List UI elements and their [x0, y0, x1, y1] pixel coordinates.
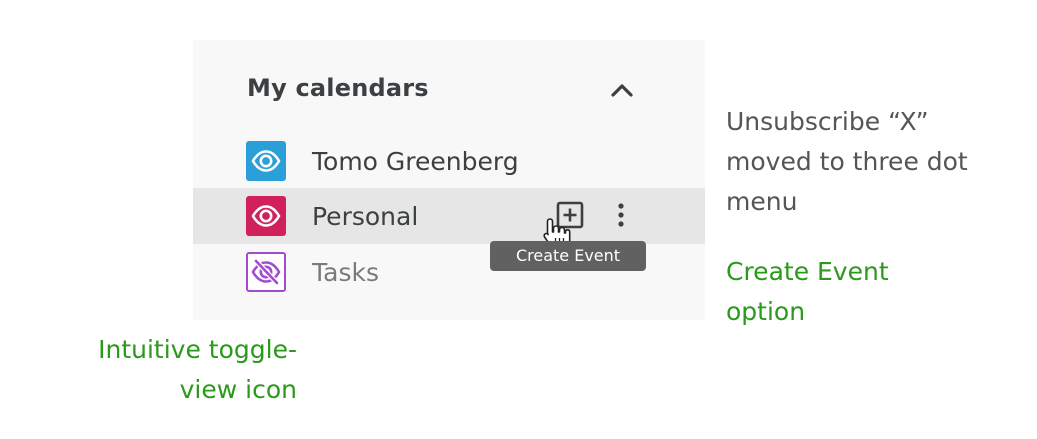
annotation-line: Intuitive toggle- — [98, 335, 297, 364]
chevron-up-icon — [611, 84, 633, 97]
calendar-label: Personal — [312, 202, 419, 231]
more-options-button[interactable] — [613, 200, 629, 230]
annotation-line: option — [726, 297, 806, 326]
stage: My calendars Tomo Greenberg Personal Tas… — [0, 0, 1037, 439]
calendar-label: Tasks — [312, 258, 379, 287]
visibility-toggle[interactable] — [246, 141, 286, 181]
visibility-toggle[interactable] — [246, 252, 286, 292]
eye-off-icon — [251, 259, 281, 285]
panel-title: My calendars — [247, 74, 429, 102]
annotation-line: Create Event — [726, 257, 889, 286]
annotation-line: Unsubscribe “X” — [726, 107, 929, 136]
calendar-row-tomo-greenberg[interactable]: Tomo Greenberg — [193, 133, 705, 189]
calendar-row-personal[interactable]: Personal — [193, 188, 705, 250]
create-event-tooltip: Create Event — [490, 241, 646, 271]
calendar-label: Tomo Greenberg — [312, 147, 519, 176]
more-vertical-icon — [618, 203, 624, 227]
annotation-line: moved to three dot — [726, 147, 968, 176]
calendar-panel: My calendars Tomo Greenberg Personal Tas… — [193, 40, 705, 320]
annotation-line: view icon — [179, 375, 297, 404]
annotation-line: menu — [726, 187, 798, 216]
annotation-create-event: Create Event option — [726, 252, 1026, 332]
annotation-toggle-view: Intuitive toggle- view icon — [60, 330, 297, 410]
annotation-unsubscribe: Unsubscribe “X” moved to three dot menu — [726, 102, 1026, 222]
visibility-toggle[interactable] — [246, 196, 286, 236]
collapse-button[interactable] — [606, 76, 638, 104]
eye-icon — [251, 205, 281, 227]
eye-icon — [251, 150, 281, 172]
